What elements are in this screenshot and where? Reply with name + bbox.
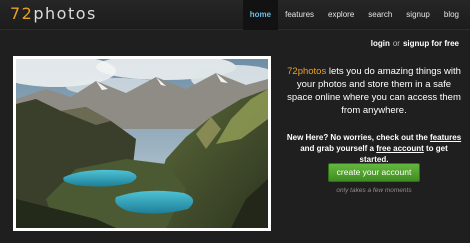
promo-text: New Here? No worries, check out the feat… xyxy=(286,132,462,165)
nav-home[interactable]: home xyxy=(242,0,279,30)
intro-brand: 72photos xyxy=(287,66,327,77)
promo-line2: and grab yourself a xyxy=(300,144,377,153)
logo-word: photos xyxy=(33,4,97,23)
free-account-link[interactable]: free account xyxy=(376,144,424,153)
account-links: login or signup for free xyxy=(371,39,459,48)
nav-signup[interactable]: signup xyxy=(399,0,437,30)
mountain-lake-image xyxy=(16,59,268,228)
create-account-button[interactable]: create your account xyxy=(328,163,420,182)
signup-free-link[interactable]: signup for free xyxy=(403,39,459,48)
logo-number: 72 xyxy=(10,4,34,23)
main-nav: home features explore search signup blog xyxy=(242,0,466,30)
intro-text: 72photos lets you do amazing things with… xyxy=(286,65,462,117)
nav-explore[interactable]: explore xyxy=(321,0,361,30)
nav-blog[interactable]: blog xyxy=(437,0,466,30)
site-header: 72photos home features explore search si… xyxy=(0,0,470,30)
hero-photo xyxy=(13,56,271,231)
or-text: or xyxy=(392,39,400,48)
cta-note: only takes a few moments xyxy=(336,187,412,194)
promo-line1: New Here? No worries, check out the xyxy=(286,133,431,142)
nav-search[interactable]: search xyxy=(361,0,399,30)
features-link[interactable]: features xyxy=(430,133,461,142)
site-logo[interactable]: 72photos xyxy=(10,4,97,23)
nav-features[interactable]: features xyxy=(278,0,321,30)
login-link[interactable]: login xyxy=(371,39,390,48)
